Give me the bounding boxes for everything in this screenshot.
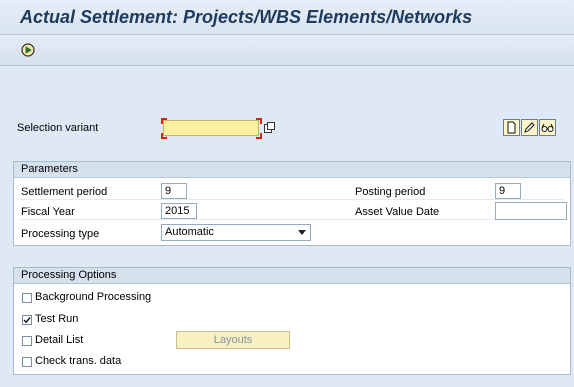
processing-type-select[interactable]: Automatic (161, 224, 311, 241)
input-focus-corner (256, 133, 262, 139)
background-processing-label: Background Processing (35, 291, 152, 303)
edit-variant-button[interactable] (521, 119, 538, 136)
row-divider (20, 219, 563, 220)
check-trans-data-label: Check trans. data (35, 355, 122, 367)
settlement-period-input[interactable]: 9 (161, 183, 187, 199)
processing-options-header: Processing Options (14, 268, 570, 284)
check-trans-data-checkbox[interactable] (22, 357, 32, 367)
posting-period-input[interactable]: 9 (495, 183, 521, 199)
layouts-button[interactable]: Layouts (176, 331, 290, 349)
test-run-checkbox[interactable] (22, 315, 32, 325)
processing-type-value: Automatic (165, 226, 214, 238)
page-title: Actual Settlement: Projects/WBS Elements… (20, 7, 473, 27)
processing-type-label: Processing type (21, 228, 100, 240)
input-focus-corner (161, 118, 167, 124)
create-variant-button[interactable] (503, 119, 520, 136)
fiscal-year-label: Fiscal Year (21, 206, 75, 218)
application-toolbar (0, 35, 574, 66)
row-divider (20, 199, 563, 200)
input-focus-corner (161, 133, 167, 139)
posting-period-label: Posting period (355, 186, 426, 198)
asset-value-date-label: Asset Value Date (355, 206, 440, 218)
detail-list-label: Detail List (35, 334, 84, 346)
test-run-label: Test Run (35, 313, 79, 325)
selection-variant-label: Selection variant (17, 122, 99, 134)
input-focus-corner (256, 118, 262, 124)
selection-screen: Selection variant Parameters Settlement … (0, 66, 574, 387)
execute-icon[interactable] (21, 43, 35, 57)
display-variant-button[interactable] (539, 119, 556, 136)
settlement-period-label: Settlement period (21, 186, 108, 198)
detail-list-checkbox[interactable] (22, 336, 32, 346)
background-processing-checkbox[interactable] (22, 293, 32, 303)
chevron-down-icon[interactable] (298, 230, 306, 235)
checkmark-icon (23, 317, 31, 324)
parameters-header: Parameters (14, 162, 570, 178)
selection-variant-input[interactable] (163, 120, 259, 136)
asset-value-date-input[interactable] (495, 202, 567, 220)
title-bar: Actual Settlement: Projects/WBS Elements… (0, 0, 574, 35)
fiscal-year-input[interactable]: 2015 (161, 203, 197, 219)
value-help-icon[interactable] (264, 122, 275, 133)
